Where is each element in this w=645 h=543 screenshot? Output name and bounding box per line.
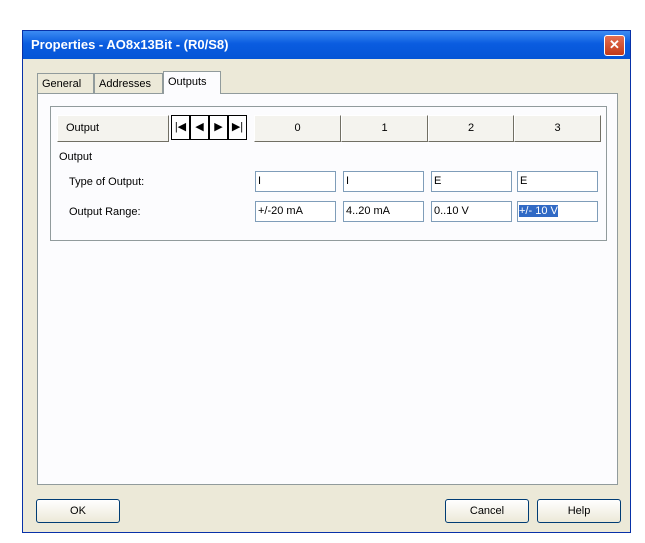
output-range-field-1[interactable]: 4..20 mA [343, 201, 424, 222]
close-icon: ✕ [609, 37, 620, 52]
tab-general[interactable]: General [37, 73, 94, 93]
output-range-field-2[interactable]: 0..10 V [431, 201, 512, 222]
help-button[interactable]: Help [537, 499, 621, 523]
tab-outputs[interactable]: Outputs [163, 71, 221, 94]
output-range-field-3[interactable]: +/- 10 V [517, 201, 598, 222]
section-title: Output [59, 151, 93, 163]
title-bar[interactable]: Properties - AO8x13Bit - (R0/S8) ✕ [23, 31, 630, 59]
ok-button[interactable]: OK [36, 499, 120, 523]
output-range-field-0[interactable]: +/-20 mA [255, 201, 336, 222]
type-of-output-label: Type of Output: [69, 176, 145, 188]
close-button[interactable]: ✕ [604, 35, 625, 56]
column-header-2[interactable]: 2 [428, 115, 514, 142]
tab-outputs-label: Outputs [168, 76, 207, 88]
properties-dialog: Properties - AO8x13Bit - (R0/S8) ✕ Gener… [22, 30, 631, 533]
tab-addresses[interactable]: Addresses [94, 73, 163, 93]
type-of-output-field-3[interactable]: E [517, 171, 598, 192]
column-header-0[interactable]: 0 [254, 115, 341, 142]
window-title: Properties - AO8x13Bit - (R0/S8) [31, 37, 229, 52]
type-of-output-field-2[interactable]: E [431, 171, 512, 192]
last-page-icon[interactable]: ▶| [228, 115, 247, 140]
first-page-icon[interactable]: |◀ [171, 115, 190, 140]
output-header-button[interactable]: Output [57, 115, 169, 142]
tab-addresses-label: Addresses [99, 78, 151, 90]
type-of-output-field-0[interactable]: I [255, 171, 336, 192]
output-header-label: Output [66, 122, 100, 134]
previous-page-icon[interactable]: ◀ [190, 115, 209, 140]
cancel-button[interactable]: Cancel [445, 499, 529, 523]
output-range-label: Output Range: [69, 206, 141, 218]
type-of-output-field-1[interactable]: I [343, 171, 424, 192]
column-header-1[interactable]: 1 [341, 115, 428, 142]
output-group: Output |◀ ◀ ▶ ▶| 0 1 2 3 Output Type of … [50, 106, 607, 241]
tab-general-label: General [42, 78, 82, 90]
next-page-icon[interactable]: ▶ [209, 115, 228, 140]
outputs-panel: Output |◀ ◀ ▶ ▶| 0 1 2 3 Output Type of … [37, 93, 618, 485]
selected-text: +/- 10 V [519, 205, 558, 217]
column-header-3[interactable]: 3 [514, 115, 601, 142]
